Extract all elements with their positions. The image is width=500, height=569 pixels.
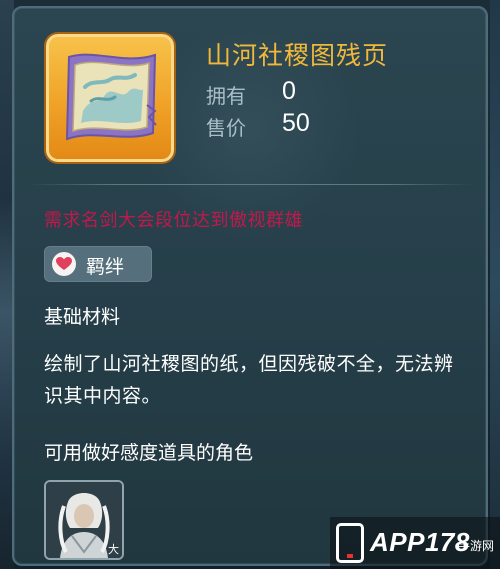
scroll-map-icon	[65, 53, 157, 141]
sell-price-row: 售价 50	[206, 109, 310, 141]
item-category: 基础材料	[44, 306, 121, 328]
owned-value: 0	[282, 77, 296, 105]
header-divider	[28, 184, 472, 185]
watermark-sub: 手游网	[458, 539, 495, 553]
character-corner-mark: 大	[108, 543, 119, 556]
owned-label: 拥有	[206, 84, 246, 108]
item-description: 绘制了山河社稷图的纸，但因残破不全，无法辨识其中内容。	[44, 353, 454, 407]
price-value: 50	[282, 109, 310, 137]
item-header: 山河社稷图残页 拥有 0 售价 50	[14, 8, 486, 180]
item-name: 山河社稷图残页	[206, 41, 389, 70]
bond-label: 羁绊	[86, 256, 125, 278]
background-art-right	[490, 0, 500, 569]
requirement-text: 需求名剑大会段位达到傲视群雄	[44, 210, 303, 231]
price-label: 售价	[206, 116, 246, 140]
item-icon-frame[interactable]	[46, 34, 174, 162]
bond-tag: 羁绊	[44, 246, 152, 282]
game-screen: 山河社稷图残页 拥有 0 售价 50 需求名剑大会段位达到傲视群雄 羁绊 基础材…	[0, 0, 500, 569]
item-tooltip-panel: 山河社稷图残页 拥有 0 售价 50 需求名剑大会段位达到傲视群雄 羁绊 基础材…	[12, 6, 488, 566]
owned-count-row: 拥有 0	[206, 77, 296, 109]
watermark-brand: APP178	[370, 527, 470, 557]
heart-icon	[52, 252, 76, 276]
usable-characters-label: 可用做好感度道具的角色	[44, 442, 254, 464]
phone-logo-icon	[336, 523, 364, 563]
character-portrait[interactable]: 大	[44, 480, 124, 560]
site-watermark: APP178 手游网	[330, 517, 500, 569]
